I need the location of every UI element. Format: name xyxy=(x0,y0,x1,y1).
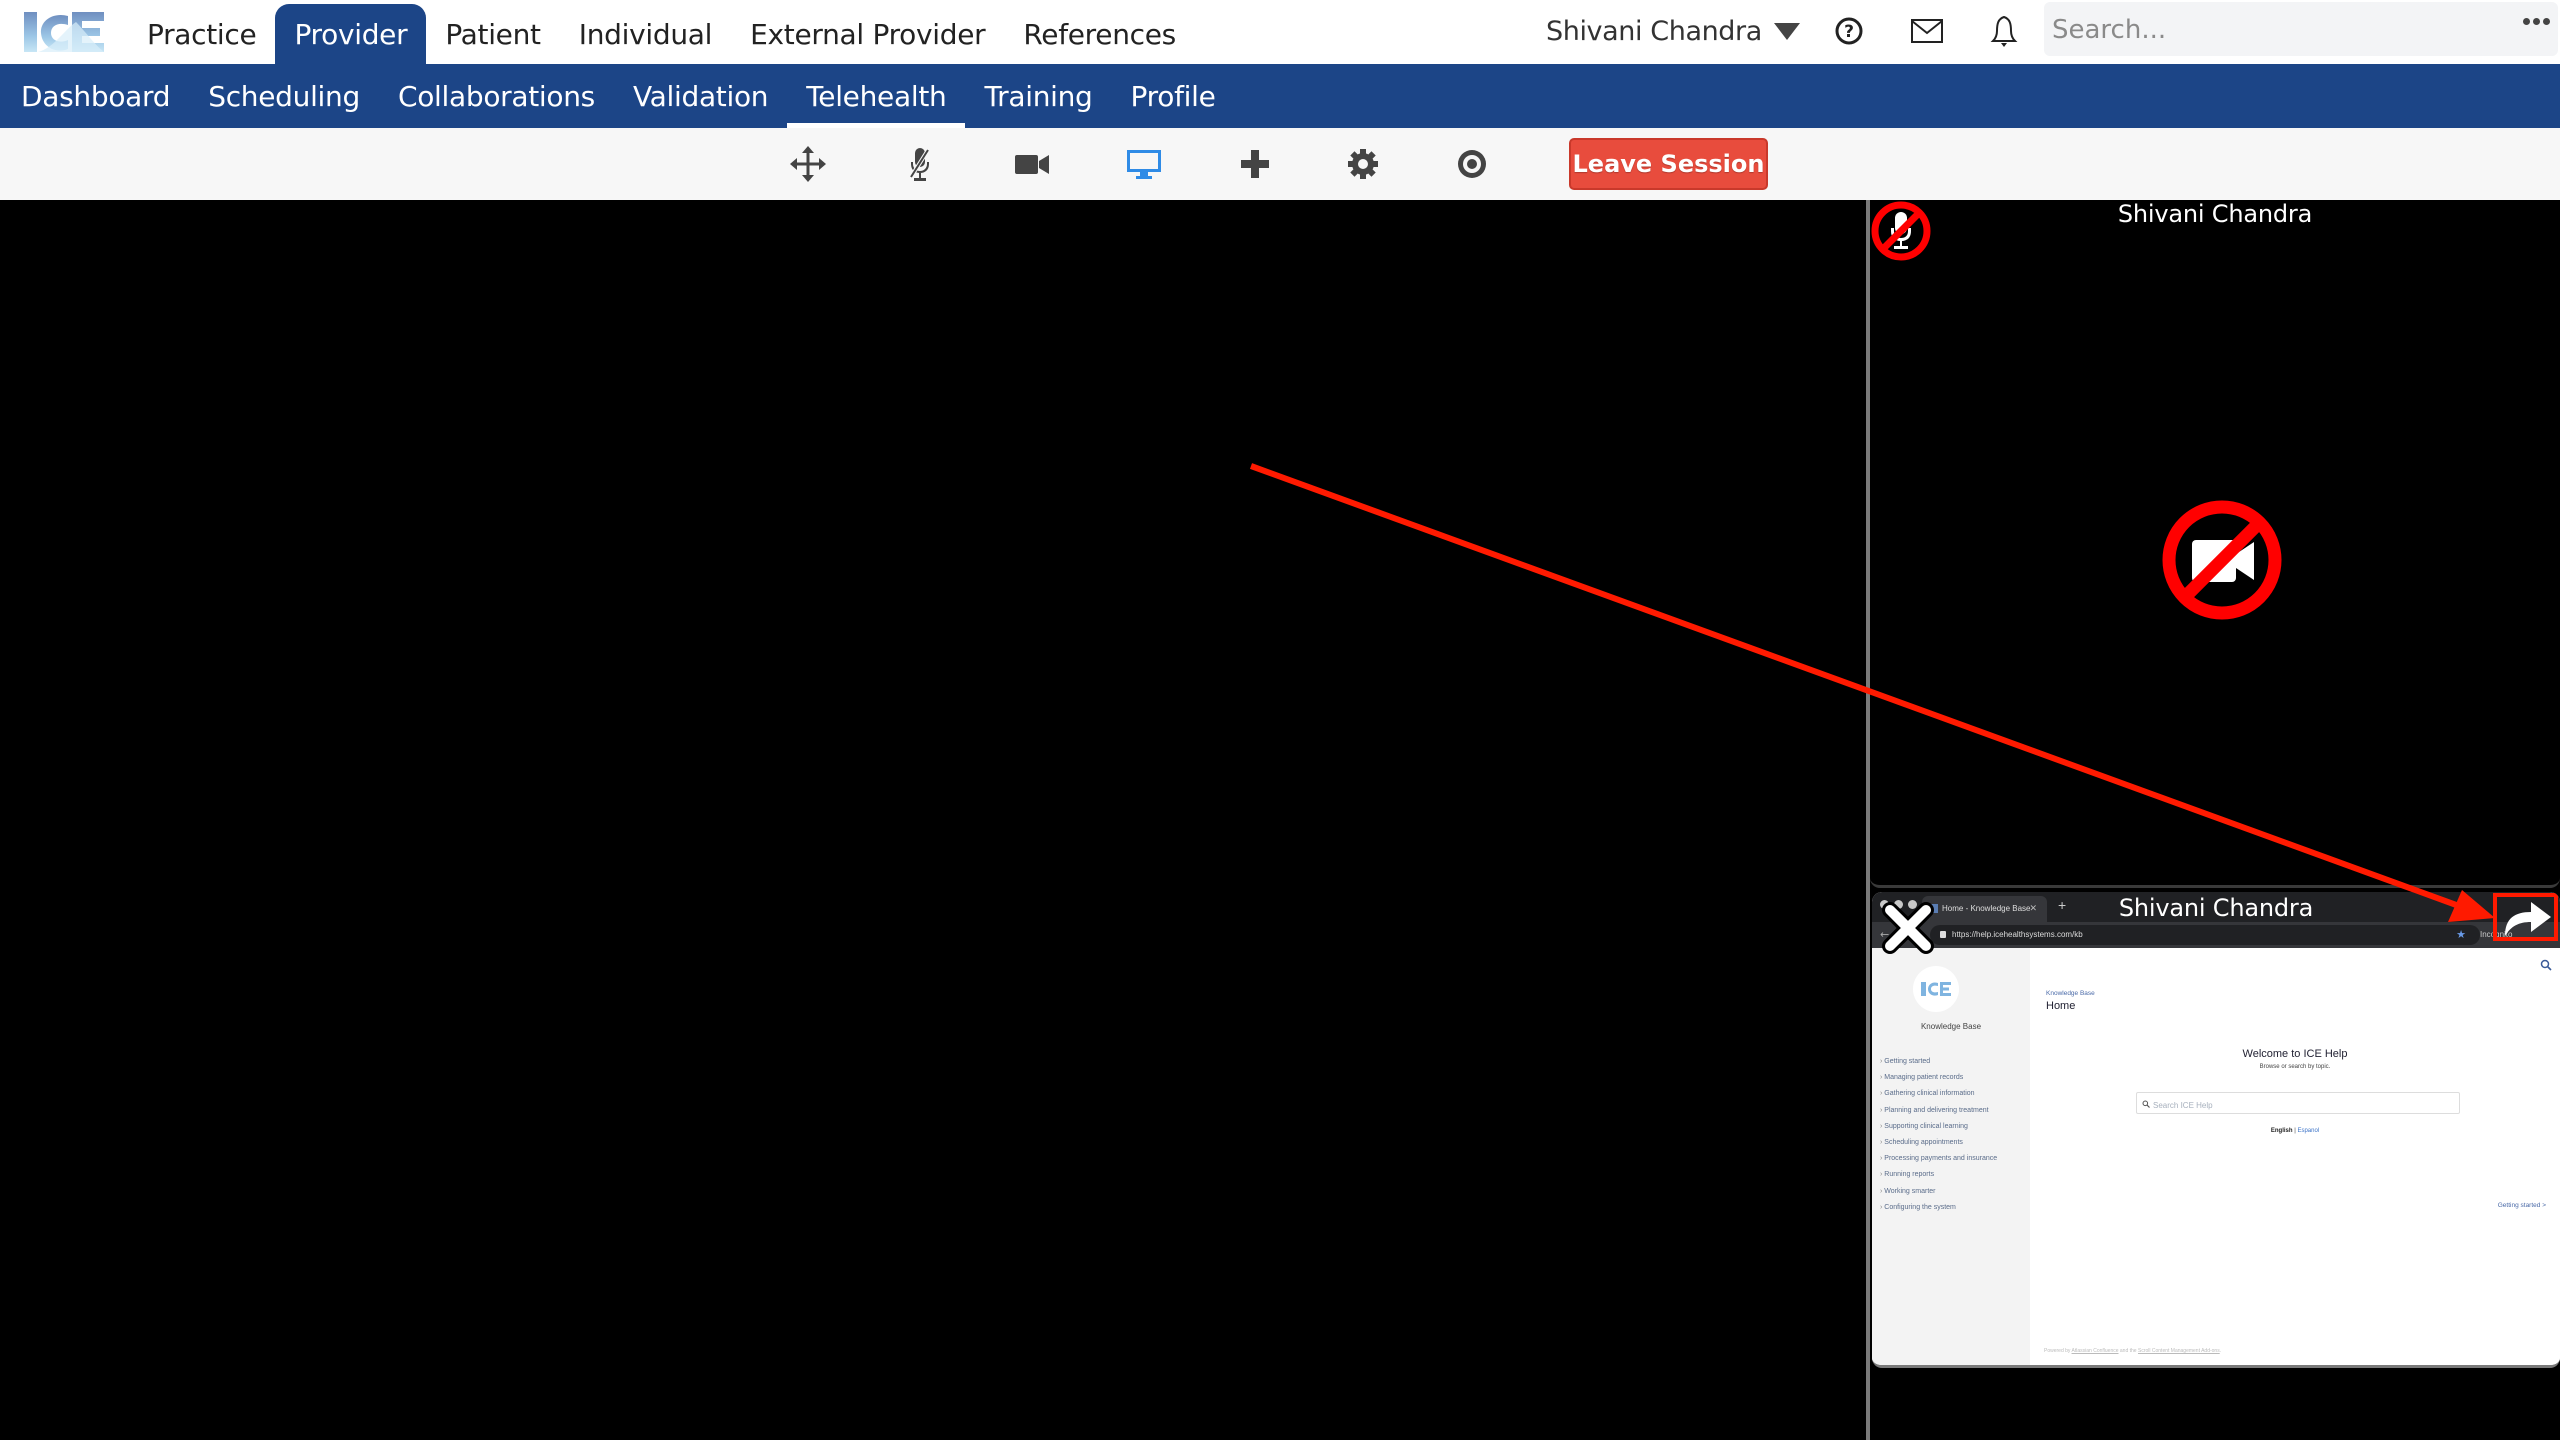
microphone-muted-icon[interactable] xyxy=(902,146,938,182)
leave-session-button[interactable]: Leave Session xyxy=(1569,138,1768,190)
lang-separator: | xyxy=(2294,1128,2296,1134)
lang-english: English xyxy=(2270,1128,2293,1134)
svg-text:?: ? xyxy=(1844,22,1854,42)
camera-icon[interactable] xyxy=(1014,146,1050,182)
main-video-stage xyxy=(0,200,1866,1440)
main-tab-practice[interactable]: Practice xyxy=(128,4,275,64)
kb-search-input xyxy=(2137,1095,2459,1116)
sub-nav: Dashboard Scheduling Collaborations Vali… xyxy=(2,64,1235,128)
kb-next-link: Getting started > xyxy=(2497,1202,2546,1209)
kb-topic-item: Gathering clinical information xyxy=(1880,1090,1997,1106)
move-icon[interactable] xyxy=(790,146,826,182)
sub-tab-collaborations[interactable]: Collaborations xyxy=(379,64,614,128)
main-tab-references[interactable]: References xyxy=(1004,4,1195,64)
kb-search-icon xyxy=(2540,956,2552,971)
kb-topic-item: Configuring the system xyxy=(1880,1204,1997,1220)
kb-topic-item: Planning and delivering treatment xyxy=(1880,1107,1997,1123)
screen-share-icon[interactable] xyxy=(1126,146,1162,182)
caret-down-icon xyxy=(1773,22,1800,40)
kb-language-switch: English | Espanol xyxy=(2030,1128,2560,1134)
kb-welcome-heading: Welcome to ICE Help xyxy=(2242,1048,2348,1060)
kb-footer: Powered by Atlassian Confluence and the … xyxy=(2044,1348,2221,1354)
kb-topic-item: Managing patient records xyxy=(1880,1074,1997,1090)
participant-name: Shivani Chandra xyxy=(2117,200,2313,228)
ice-logo[interactable] xyxy=(24,10,104,56)
footer-text: . xyxy=(2219,1348,2222,1354)
share-forward-icon xyxy=(2505,902,2551,936)
kb-topic-item: Processing payments and insurance xyxy=(1880,1155,1997,1171)
stop-share-close-icon[interactable] xyxy=(1880,900,1936,956)
sub-tab-telehealth[interactable]: Telehealth xyxy=(787,64,966,128)
camera-off-icon xyxy=(2160,498,2284,622)
shared-browser-addressbar: ← https://help.icehealthsystems.com/kb ★… xyxy=(1872,922,2560,948)
kb-sidebar: Knowledge Base Getting started Managing … xyxy=(1872,948,2030,1365)
kb-topic-item: Working smarter xyxy=(1880,1188,1997,1204)
screen-share-tile: Home - Knowledge Base ✕ + ← https://help… xyxy=(1872,892,2560,1368)
kb-welcome-subtitle: Browse or search by topic. xyxy=(2259,1064,2331,1070)
more-options-icon[interactable] xyxy=(2523,18,2550,25)
user-menu[interactable]: Shivani Chandra xyxy=(1546,10,1800,52)
user-name: Shivani Chandra xyxy=(1546,15,1762,47)
sub-tab-validation[interactable]: Validation xyxy=(614,64,787,128)
footer-text: and the xyxy=(2119,1348,2137,1354)
popout-share-button[interactable] xyxy=(2493,893,2558,941)
kb-topic-item: Running reports xyxy=(1880,1171,1997,1187)
main-nav: Practice Provider Patient Individual Ext… xyxy=(128,4,1195,64)
lock-icon xyxy=(1940,931,1946,938)
main-tab-patient[interactable]: Patient xyxy=(426,4,559,64)
footer-link-confluence: Atlassian Confluence xyxy=(2071,1348,2119,1354)
bell-icon[interactable] xyxy=(1987,14,2021,48)
kb-main-content: Knowledge Base Home Welcome to ICE Help … xyxy=(2030,948,2560,1365)
kb-sidebar-title: Knowledge Base xyxy=(1920,1022,1982,1031)
main-tab-provider[interactable]: Provider xyxy=(275,4,427,64)
mail-icon[interactable] xyxy=(1910,14,1944,48)
bookmark-star-icon: ★ xyxy=(2456,929,2466,941)
kb-ice-logo[interactable] xyxy=(1913,966,1959,1012)
global-search-input[interactable] xyxy=(2052,10,2472,50)
help-icon[interactable]: ? xyxy=(1832,14,1866,48)
share-participant-name: Shivani Chandra xyxy=(2118,894,2314,922)
kb-topic-item: Scheduling appointments xyxy=(1880,1139,1997,1155)
sub-nav-bar: Dashboard Scheduling Collaborations Vali… xyxy=(0,64,2560,128)
global-search xyxy=(2044,2,2558,56)
kb-breadcrumb: Knowledge Base xyxy=(2046,990,2095,997)
sub-tab-profile[interactable]: Profile xyxy=(1112,64,1235,128)
record-icon[interactable] xyxy=(1454,146,1490,182)
kb-topic-item: Getting started xyxy=(1880,1058,1997,1074)
top-header: Practice Provider Patient Individual Ext… xyxy=(0,0,2560,64)
session-toolbar: Leave Session xyxy=(0,128,2560,200)
settings-icon[interactable] xyxy=(1345,146,1381,182)
main-tab-individual[interactable]: Individual xyxy=(560,4,731,64)
sub-tab-dashboard[interactable]: Dashboard xyxy=(2,64,189,128)
microphone-muted-icon xyxy=(1870,200,1932,262)
footer-text: Powered by xyxy=(2044,1348,2071,1354)
kb-topic-list: Getting started Managing patient records… xyxy=(1880,1058,1997,1220)
kb-topic-item: Supporting clinical learning xyxy=(1880,1123,1997,1139)
main-tab-external-provider[interactable]: External Provider xyxy=(731,4,1004,64)
kb-search-field xyxy=(2136,1092,2460,1116)
url-text: https://help.icehealthsystems.com/kb xyxy=(1952,930,2083,939)
address-field: https://help.icehealthsystems.com/kb ★ xyxy=(1930,925,2480,945)
sub-tab-scheduling[interactable]: Scheduling xyxy=(189,64,379,128)
participant-video-tile: Shivani Chandra xyxy=(1870,200,2560,888)
participants-panel: Shivani Chandra Home - Knowledge Base ✕ … xyxy=(1870,200,2560,1440)
add-icon[interactable] xyxy=(1237,146,1273,182)
lang-spanish: Espanol xyxy=(2297,1128,2320,1134)
sub-tab-training[interactable]: Training xyxy=(965,64,1111,128)
footer-link-scroll: Scroll Content Management Add-ons xyxy=(2137,1348,2220,1354)
kb-page-title: Home xyxy=(2046,1000,2076,1012)
kb-search-magnifier-icon xyxy=(2142,1100,2150,1108)
